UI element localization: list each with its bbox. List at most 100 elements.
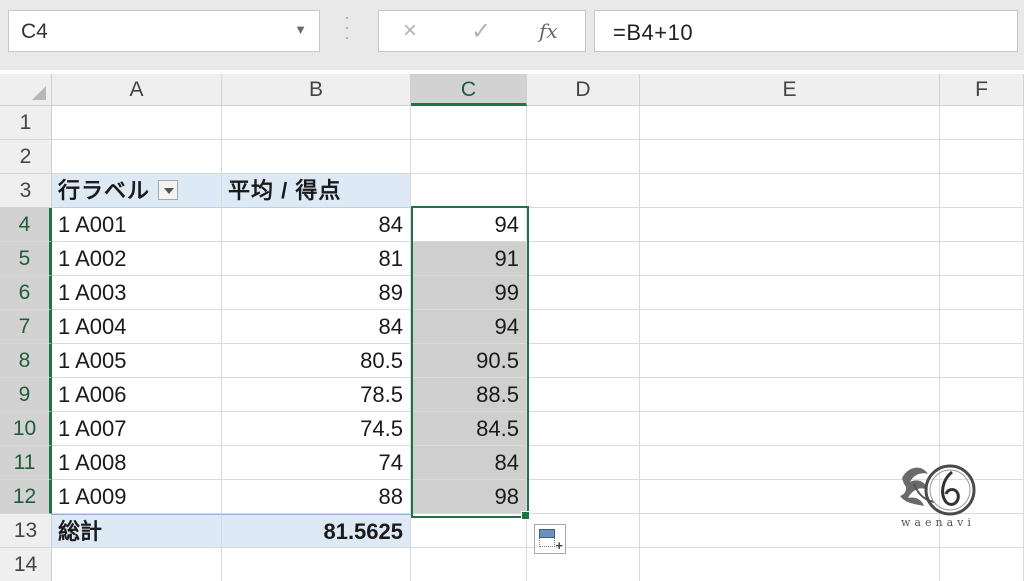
cell-e2[interactable]: [640, 140, 940, 174]
row-header-4[interactable]: 4: [0, 208, 52, 242]
cell-d7[interactable]: [527, 310, 640, 344]
cell-b2[interactable]: [222, 140, 411, 174]
cell-e6[interactable]: [640, 276, 940, 310]
cell-c5[interactable]: 91: [411, 242, 527, 276]
cell-c8[interactable]: 90.5: [411, 344, 527, 378]
pivot-row-value[interactable]: 81: [222, 242, 411, 276]
cell-e5[interactable]: [640, 242, 940, 276]
row-header-1[interactable]: 1: [0, 106, 52, 140]
cell-e14[interactable]: [640, 548, 940, 581]
cell-c12[interactable]: 98: [411, 480, 527, 514]
pivot-total-label[interactable]: 総計: [52, 514, 222, 548]
cell-c11[interactable]: 84: [411, 446, 527, 480]
active-cell-c4[interactable]: 94: [411, 208, 527, 242]
cell-a2[interactable]: [52, 140, 222, 174]
cell-f3[interactable]: [940, 174, 1024, 208]
cell-c3[interactable]: [411, 174, 527, 208]
pivot-total-value[interactable]: 81.5625: [222, 514, 411, 548]
row-header-3[interactable]: 3: [0, 174, 52, 208]
pivot-row-label[interactable]: 1 A001: [52, 208, 222, 242]
formula-bar-resize-handle[interactable]: · · ·: [342, 8, 352, 46]
cell-d8[interactable]: [527, 344, 640, 378]
cell-b1[interactable]: [222, 106, 411, 140]
cell-f10[interactable]: [940, 412, 1024, 446]
cell-c2[interactable]: [411, 140, 527, 174]
name-box[interactable]: C4 ▼: [8, 10, 320, 52]
cell-d9[interactable]: [527, 378, 640, 412]
cell-d11[interactable]: [527, 446, 640, 480]
pivot-row-value[interactable]: 84: [222, 208, 411, 242]
cell-c9[interactable]: 88.5: [411, 378, 527, 412]
cell-f14[interactable]: [940, 548, 1024, 581]
fill-handle[interactable]: [521, 511, 530, 520]
column-header-d[interactable]: D: [527, 74, 640, 106]
cell-a14[interactable]: [52, 548, 222, 581]
cell-f5[interactable]: [940, 242, 1024, 276]
cell-e8[interactable]: [640, 344, 940, 378]
cell-f1[interactable]: [940, 106, 1024, 140]
cell-d4[interactable]: [527, 208, 640, 242]
select-all-button[interactable]: [0, 74, 52, 106]
cell-c10[interactable]: 84.5: [411, 412, 527, 446]
pivot-row-value[interactable]: 89: [222, 276, 411, 310]
row-header-9[interactable]: 9: [0, 378, 52, 412]
cell-d3[interactable]: [527, 174, 640, 208]
pivot-row-value[interactable]: 74: [222, 446, 411, 480]
filter-dropdown-icon[interactable]: [158, 180, 179, 201]
cell-c7[interactable]: 94: [411, 310, 527, 344]
cell-c6[interactable]: 99: [411, 276, 527, 310]
cell-f6[interactable]: [940, 276, 1024, 310]
pivot-value-header[interactable]: 平均 / 得点: [222, 174, 411, 208]
cell-e3[interactable]: [640, 174, 940, 208]
row-header-6[interactable]: 6: [0, 276, 52, 310]
name-box-dropdown-icon[interactable]: ▼: [294, 22, 307, 37]
cell-d6[interactable]: [527, 276, 640, 310]
row-header-12[interactable]: 12: [0, 480, 52, 514]
cell-e7[interactable]: [640, 310, 940, 344]
cell-e9[interactable]: [640, 378, 940, 412]
enter-icon[interactable]: ✓: [471, 17, 491, 46]
pivot-row-value[interactable]: 84: [222, 310, 411, 344]
pivot-row-label[interactable]: 1 A007: [52, 412, 222, 446]
pivot-row-value[interactable]: 88: [222, 480, 411, 514]
cell-f2[interactable]: [940, 140, 1024, 174]
quick-analysis-icon[interactable]: +: [534, 524, 566, 554]
pivot-row-label[interactable]: 1 A003: [52, 276, 222, 310]
row-header-8[interactable]: 8: [0, 344, 52, 378]
cell-a1[interactable]: [52, 106, 222, 140]
cell-e10[interactable]: [640, 412, 940, 446]
row-header-14[interactable]: 14: [0, 548, 52, 581]
row-header-7[interactable]: 7: [0, 310, 52, 344]
cell-f9[interactable]: [940, 378, 1024, 412]
cell-d12[interactable]: [527, 480, 640, 514]
row-header-13[interactable]: 13: [0, 514, 52, 548]
cell-e1[interactable]: [640, 106, 940, 140]
row-header-10[interactable]: 10: [0, 412, 52, 446]
column-header-c[interactable]: C: [411, 74, 527, 106]
row-header-2[interactable]: 2: [0, 140, 52, 174]
name-box-value[interactable]: C4: [21, 20, 48, 44]
pivot-row-label[interactable]: 1 A009: [52, 480, 222, 514]
cancel-icon[interactable]: ×: [403, 17, 417, 45]
pivot-row-value[interactable]: 78.5: [222, 378, 411, 412]
column-header-e[interactable]: E: [640, 74, 940, 106]
row-header-11[interactable]: 11: [0, 446, 52, 480]
cell-d2[interactable]: [527, 140, 640, 174]
pivot-row-value[interactable]: 74.5: [222, 412, 411, 446]
cell-f7[interactable]: [940, 310, 1024, 344]
cell-f8[interactable]: [940, 344, 1024, 378]
column-header-b[interactable]: B: [222, 74, 411, 106]
cell-b14[interactable]: [222, 548, 411, 581]
pivot-row-label[interactable]: 1 A002: [52, 242, 222, 276]
cell-d10[interactable]: [527, 412, 640, 446]
formula-text[interactable]: =B4+10: [613, 20, 693, 46]
cell-f4[interactable]: [940, 208, 1024, 242]
cell-d1[interactable]: [527, 106, 640, 140]
cell-c14[interactable]: [411, 548, 527, 581]
cell-d5[interactable]: [527, 242, 640, 276]
formula-input[interactable]: =B4+10: [594, 10, 1018, 52]
pivot-row-label[interactable]: 1 A006: [52, 378, 222, 412]
pivot-row-label[interactable]: 1 A008: [52, 446, 222, 480]
cell-c13[interactable]: [411, 514, 527, 548]
cell-e4[interactable]: [640, 208, 940, 242]
